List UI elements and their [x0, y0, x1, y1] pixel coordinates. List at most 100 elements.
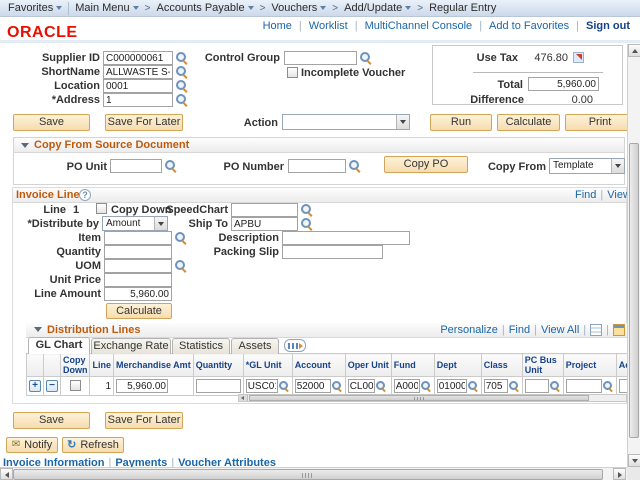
po-number-lookup-icon[interactable] [348, 159, 361, 172]
row-copy-down-checkbox[interactable] [70, 380, 81, 391]
shortname-field[interactable] [103, 65, 173, 79]
calculate-button[interactable]: Calculate [497, 114, 560, 131]
project-field[interactable] [566, 379, 602, 393]
location-lookup-icon[interactable] [175, 79, 188, 92]
fund-lookup-icon[interactable] [420, 380, 432, 393]
save-button-bottom[interactable]: Save [13, 412, 90, 429]
line-amount-field[interactable] [104, 287, 172, 301]
multichannel-console-link[interactable]: MultiChannel Console [365, 20, 473, 32]
packing-slip-field[interactable] [282, 245, 383, 259]
scroll-left-icon[interactable] [0, 468, 13, 480]
tab-exchange-rate[interactable]: Exchange Rate [91, 338, 171, 354]
dept-field[interactable] [437, 379, 467, 393]
speedchart-lookup-icon[interactable] [300, 203, 313, 216]
description-field[interactable] [282, 231, 410, 245]
copy-po-button[interactable]: Copy PO [384, 156, 468, 173]
quantity-field[interactable] [104, 245, 172, 259]
notify-button[interactable]: ✉ Notify [6, 437, 58, 453]
distribution-links: Personalize | Find | View All | | [440, 324, 625, 336]
add-to-favorites-link[interactable]: Add to Favorites [489, 20, 569, 32]
scroll-down-icon[interactable] [628, 454, 640, 467]
zoom-grid-icon[interactable] [613, 324, 625, 336]
oper-unit-lookup-icon[interactable] [375, 380, 387, 393]
grid-horizontal-scrollbar[interactable] [238, 394, 627, 402]
address-lookup-icon[interactable] [175, 93, 188, 106]
fund-field[interactable] [394, 379, 420, 393]
calculate-line-button[interactable]: Calculate [106, 303, 172, 319]
personalize-link[interactable]: Personalize [440, 324, 497, 336]
help-icon[interactable]: ? [79, 189, 91, 201]
favorites-menu[interactable]: Favorites [8, 2, 62, 14]
refresh-button[interactable]: ↻ Refresh [62, 437, 124, 453]
item-field[interactable] [104, 231, 172, 245]
account-field[interactable] [295, 379, 331, 393]
print-button[interactable]: Print [565, 114, 635, 131]
vertical-scrollbar[interactable] [627, 44, 640, 467]
gl-unit-field[interactable] [246, 379, 278, 393]
ship-to-field[interactable] [231, 217, 298, 231]
view-all-link[interactable]: View All [541, 324, 579, 336]
shortname-lookup-icon[interactable] [175, 65, 188, 78]
uom-lookup-icon[interactable] [174, 259, 187, 272]
collapse-triangle-icon[interactable] [21, 143, 29, 148]
save-button[interactable]: Save [13, 114, 90, 131]
tab-assets[interactable]: Assets [231, 338, 279, 354]
action-select[interactable] [282, 114, 410, 130]
add-row-button[interactable]: + [29, 380, 41, 392]
find-link[interactable]: Find [509, 324, 530, 336]
delete-row-button[interactable]: − [46, 380, 58, 392]
control-group-lookup-icon[interactable] [359, 51, 372, 64]
gl-unit-lookup-icon[interactable] [278, 380, 290, 393]
po-number-field[interactable] [288, 159, 346, 173]
save-for-later-button-bottom[interactable]: Save For Later [105, 412, 183, 429]
row-quantity-field[interactable] [196, 379, 241, 393]
tab-gl-chart[interactable]: GL Chart [28, 337, 90, 354]
total-field[interactable] [528, 77, 599, 91]
incomplete-voucher-checkbox[interactable] [287, 67, 298, 78]
copy-from-select[interactable]: Template [549, 158, 625, 174]
class-field[interactable] [484, 379, 508, 393]
scroll-left-icon[interactable] [239, 395, 248, 401]
ship-to-lookup-icon[interactable] [300, 217, 313, 230]
supplier-id-field[interactable] [103, 51, 173, 65]
grid-scrollbar-thumb[interactable] [249, 395, 589, 401]
pc-bus-unit-lookup-icon[interactable] [549, 380, 561, 393]
po-unit-field[interactable] [110, 159, 162, 173]
collapse-triangle-icon[interactable] [34, 327, 42, 332]
use-tax-drilldown-icon[interactable] [573, 52, 584, 63]
download-grid-icon[interactable] [590, 324, 602, 336]
unit-price-field[interactable] [104, 273, 172, 287]
pc-bus-unit-field[interactable] [525, 379, 549, 393]
crumb-accounts-payable[interactable]: Accounts Payable [157, 2, 254, 14]
save-for-later-button[interactable]: Save For Later [105, 114, 183, 131]
scroll-right-icon[interactable] [613, 468, 626, 480]
account-lookup-icon[interactable] [331, 380, 343, 393]
run-button[interactable]: Run [430, 114, 492, 131]
vertical-scrollbar-thumb[interactable] [629, 143, 639, 438]
crumb-add-update[interactable]: Add/Update [344, 2, 411, 14]
main-menu[interactable]: Main Menu [75, 2, 138, 14]
dept-lookup-icon[interactable] [467, 380, 479, 393]
class-lookup-icon[interactable] [508, 380, 520, 393]
horizontal-scrollbar-thumb[interactable] [13, 469, 603, 480]
uom-field[interactable] [104, 259, 172, 273]
worklist-link[interactable]: Worklist [309, 20, 348, 32]
po-unit-lookup-icon[interactable] [164, 159, 177, 172]
find-link[interactable]: Find [575, 189, 596, 201]
control-group-field[interactable] [284, 51, 357, 65]
address-field[interactable] [103, 93, 173, 107]
item-lookup-icon[interactable] [174, 231, 187, 244]
crumb-vouchers[interactable]: Vouchers [271, 2, 326, 14]
project-lookup-icon[interactable] [602, 380, 614, 393]
scroll-up-icon[interactable] [628, 44, 640, 57]
horizontal-scrollbar[interactable] [0, 467, 627, 480]
tab-statistics[interactable]: Statistics [172, 338, 230, 354]
speedchart-field[interactable] [231, 203, 298, 217]
merchandise-amt-field[interactable] [116, 379, 168, 393]
copy-down-checkbox[interactable] [96, 203, 107, 214]
home-link[interactable]: Home [263, 20, 292, 32]
sign-out-link[interactable]: Sign out [586, 20, 630, 32]
oper-unit-field[interactable] [348, 379, 375, 393]
location-field[interactable] [103, 79, 173, 93]
show-all-columns-icon[interactable] [284, 339, 306, 352]
